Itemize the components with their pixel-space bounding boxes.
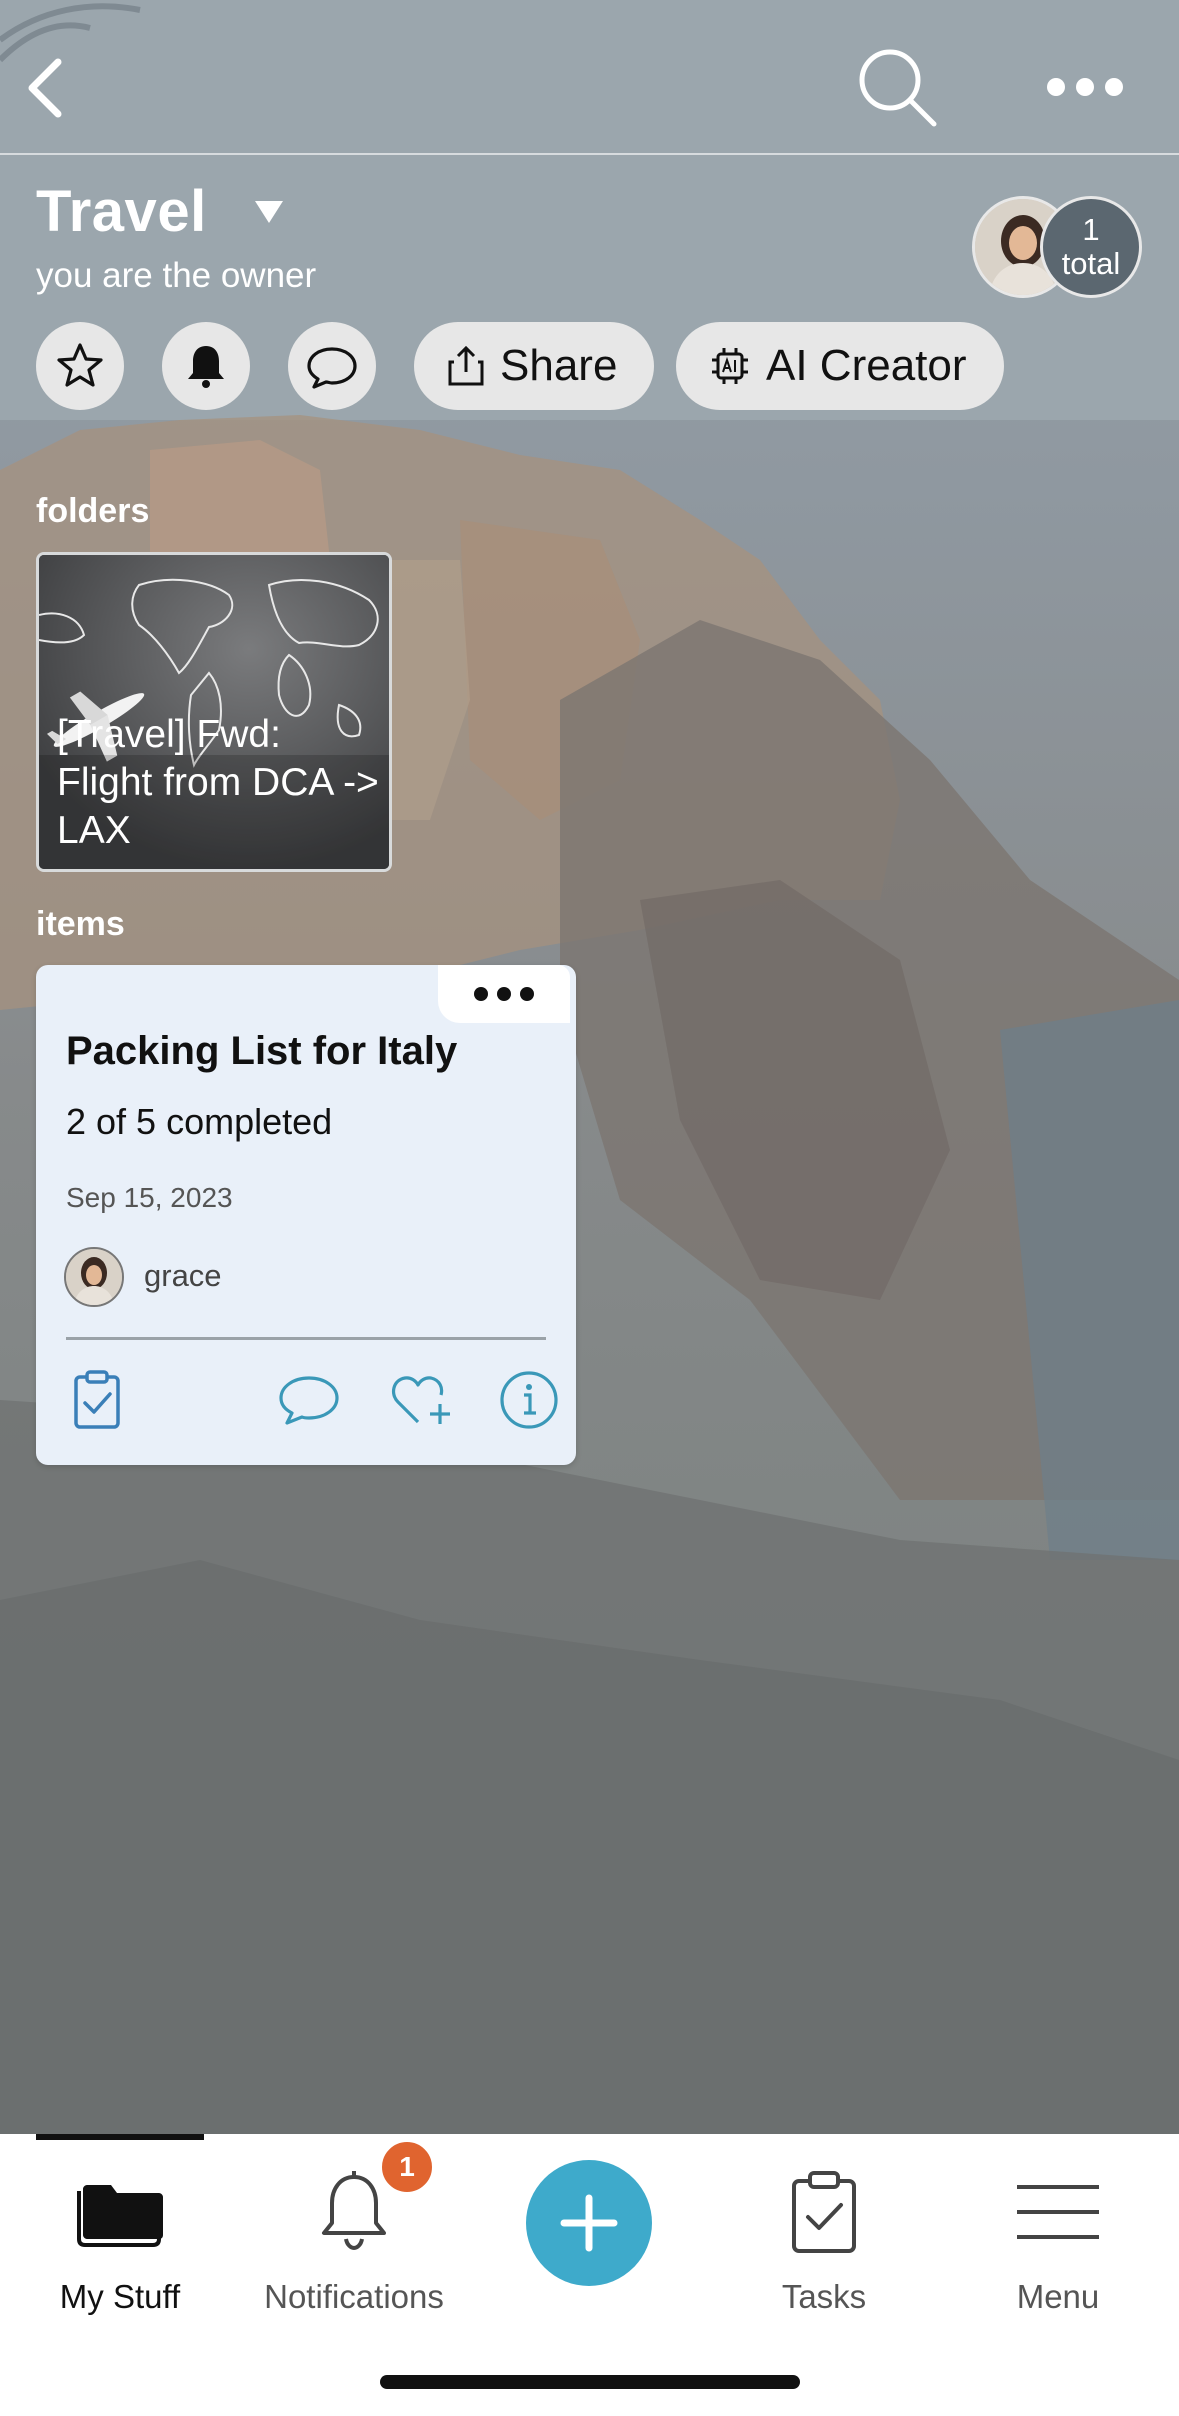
ownership-subtitle: you are the owner [36,256,317,295]
checklist-button[interactable] [64,1367,130,1433]
ai-creator-label: AI Creator [766,341,967,390]
item-info-button[interactable] [496,1367,562,1433]
nav-notifications-label: Notifications [264,2278,444,2315]
ai-creator-button[interactable]: AI Creator [676,322,1004,410]
search-button[interactable] [852,42,942,132]
item-owner-name: grace [144,1258,222,1293]
items-section-label: items [36,905,125,943]
item-progress: 2 of 5 completed [66,1101,333,1142]
search-icon [859,49,937,127]
ai-chip-icon [712,348,748,384]
nav-menu-label: Menu [1016,2278,1100,2315]
chat-icon [307,347,357,389]
add-button[interactable] [526,2160,652,2286]
heart-plus-icon [391,1376,450,1424]
page-title: Travel [36,179,207,244]
nav-menu[interactable]: Menu [940,2152,1176,2352]
chevron-left-icon [28,58,62,118]
active-tab-indicator [36,2134,204,2140]
divider [66,1337,546,1340]
clipboard-check-icon [792,2171,856,2253]
like-button[interactable] [386,1367,460,1433]
notifications-count-badge: 1 [378,2138,436,2196]
plus-icon [560,2194,618,2252]
item-more-options-button[interactable] [438,965,570,1023]
more-horizontal-icon [474,987,534,1001]
info-icon [500,1371,558,1429]
item-date: Sep 15, 2023 [66,1182,233,1213]
menu-icon [1017,2185,1099,2239]
share-icon [448,345,484,386]
members-avatars[interactable]: 1 total [972,196,1144,298]
folder-name: [Travel] Fwd: Flight from DCA -> LAX [57,713,379,852]
more-options-button[interactable] [1040,62,1130,112]
folders-section-label: folders [36,492,150,530]
folder-tile[interactable]: [Travel] Fwd: Flight from DCA -> LAX [36,552,392,872]
more-horizontal-icon [1047,78,1123,96]
chat-icon [279,1376,339,1425]
title-row: Travel [36,178,283,245]
nav-tasks[interactable]: Tasks [706,2152,942,2352]
nav-tasks-label: Tasks [781,2278,867,2315]
clipboard-check-icon [74,1370,120,1429]
members-total-count: 1 [1082,212,1100,247]
item-title: Packing List for Italy [66,1029,458,1073]
share-label: Share [500,341,618,390]
avatar [64,1247,124,1307]
bell-icon [188,346,224,388]
item-card[interactable]: Packing List for Italy 2 of 5 completed … [36,965,576,1465]
star-icon [57,343,103,387]
nav-notifications[interactable]: Notifications [236,2152,472,2352]
folder-icon [77,2185,163,2247]
back-button[interactable] [18,48,88,128]
nav-my-stuff[interactable]: My Stuff [2,2152,238,2352]
members-total-label: total [1061,246,1121,281]
title-dropdown-caret-icon[interactable] [254,200,283,223]
nav-my-stuff-label: My Stuff [59,2278,181,2315]
top-bar [0,0,1179,155]
item-comments-button[interactable] [272,1367,346,1433]
members-total-badge: 1 total [1040,196,1142,298]
home-indicator [380,2375,800,2389]
share-button[interactable]: Share [414,322,654,410]
notifications-toggle-button[interactable] [162,322,250,410]
comments-button[interactable] [288,322,376,410]
favorite-button[interactable] [36,322,124,410]
